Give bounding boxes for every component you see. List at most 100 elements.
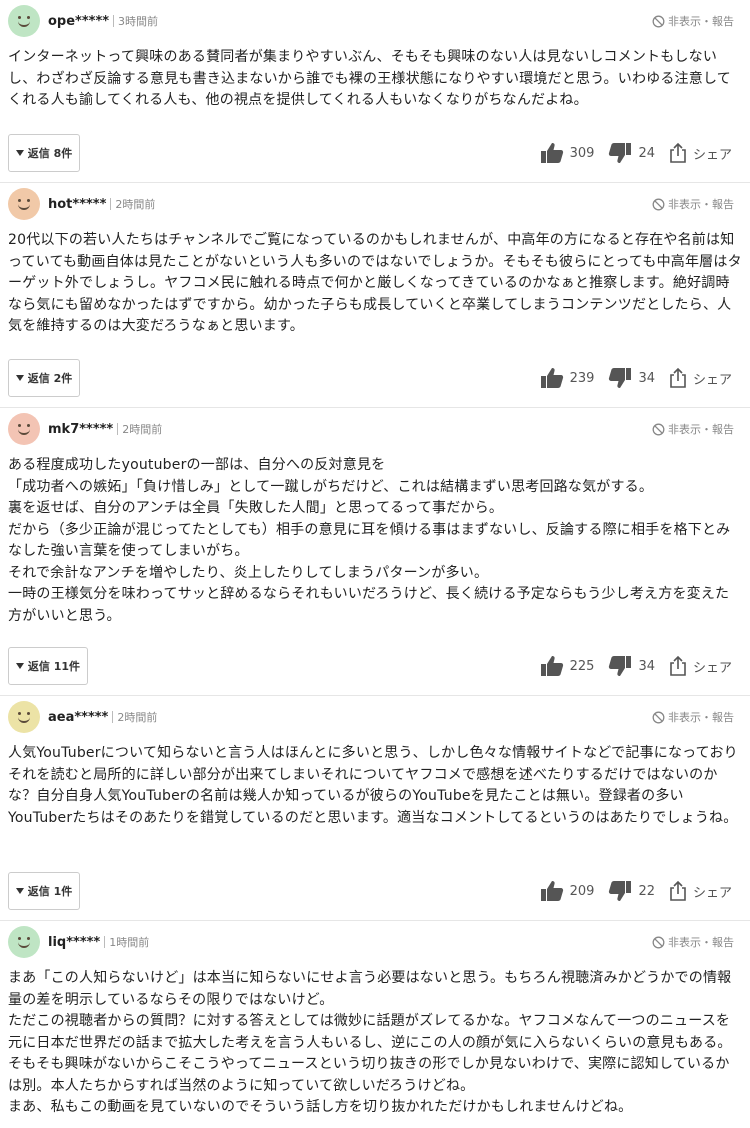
divider: [104, 936, 106, 948]
dislike-button[interactable]: 34: [608, 367, 669, 389]
comment-feed: ope***** 3時間前 非表示・報告 インターネットって興味のある賛同者が集…: [0, 0, 750, 1128]
caret-down-icon: [15, 888, 24, 894]
timestamp: 1時間前: [109, 936, 150, 949]
timestamp: 2時間前: [122, 423, 163, 436]
vote-bar: 309 24 シェア: [540, 142, 732, 164]
share-icon: [670, 880, 686, 901]
avatar[interactable]: [8, 188, 40, 220]
share-button[interactable]: シェア: [669, 367, 732, 389]
username[interactable]: mk7*****: [48, 422, 113, 437]
hide-report-label: 非表示・報告: [668, 15, 734, 28]
comment-text: 20代以下の若い人たちはチャンネルでご覧になっているのかもしれませんが、中高年の…: [8, 232, 742, 334]
thumbs-up-icon: [540, 656, 563, 676]
like-count: 309: [569, 145, 595, 161]
thumbs-up-icon: [540, 368, 563, 388]
like-button[interactable]: 239: [540, 367, 609, 389]
share-label: シェア: [692, 660, 732, 676]
block-icon: [652, 198, 665, 210]
comment-header: aea***** 2時間前 非表示・報告: [8, 696, 742, 738]
username[interactable]: ope*****: [48, 14, 109, 29]
hide-report-button[interactable]: 非表示・報告: [652, 421, 734, 437]
thumbs-down-icon: [609, 881, 632, 901]
comment-actions: 返信 8件 309 24 シェア: [8, 124, 742, 182]
thumbs-down-icon: [609, 368, 632, 388]
block-icon: [652, 423, 665, 435]
timestamp: 2時間前: [117, 711, 158, 724]
vote-bar: 225 34 シェア: [540, 655, 732, 677]
dislike-button[interactable]: 24: [608, 142, 669, 164]
comment-header: mk7***** 2時間前 非表示・報告: [8, 408, 742, 450]
hide-report-button[interactable]: 非表示・報告: [652, 13, 734, 29]
avatar[interactable]: [8, 701, 40, 733]
timestamp: 2時間前: [115, 198, 156, 211]
share-icon: [670, 142, 686, 163]
replies-button[interactable]: 返信 8件: [8, 134, 80, 172]
dislike-count: 34: [638, 370, 655, 386]
like-count: 225: [569, 658, 595, 674]
divider: [117, 423, 119, 435]
divider: [110, 198, 112, 210]
username[interactable]: hot*****: [48, 197, 106, 212]
replies-button[interactable]: 返信 1件: [8, 872, 80, 910]
share-label: シェア: [692, 885, 732, 901]
like-button[interactable]: 309: [540, 142, 609, 164]
dislike-count: 34: [638, 658, 655, 674]
share-icon: [670, 655, 686, 676]
comment-text: 人気YouTuberについて知らないと言う人はほんとに多いと思う、しかし色々な情…: [8, 745, 738, 826]
replies-button[interactable]: 返信 11件: [8, 647, 88, 685]
comment-item: ope***** 3時間前 非表示・報告 インターネットって興味のある賛同者が集…: [0, 0, 750, 183]
block-icon: [652, 936, 665, 948]
comment-text: インターネットって興味のある賛同者が集まりやすいぶん、そもそも興味のない人は見な…: [8, 49, 731, 108]
comment-actions: 返信 11件 225 34 シェア: [8, 637, 742, 695]
comment-item: hot***** 2時間前 非表示・報告 20代以下の若い人たちはチャンネルでご…: [0, 183, 750, 408]
avatar[interactable]: [8, 413, 40, 445]
like-button[interactable]: 209: [540, 880, 609, 902]
caret-down-icon: [15, 375, 24, 381]
username[interactable]: aea*****: [48, 710, 108, 725]
avatar[interactable]: [8, 5, 40, 37]
like-button[interactable]: 225: [540, 655, 609, 677]
thumbs-down-icon: [609, 143, 632, 163]
dislike-count: 22: [638, 883, 655, 899]
dislike-button[interactable]: 22: [608, 880, 669, 902]
block-icon: [652, 15, 665, 27]
replies-label: 返信 8件: [27, 147, 73, 160]
username[interactable]: liq*****: [48, 935, 100, 950]
block-icon: [652, 711, 665, 723]
hide-report-button[interactable]: 非表示・報告: [652, 196, 734, 212]
share-button[interactable]: シェア: [669, 142, 732, 164]
caret-down-icon: [15, 663, 24, 669]
share-label: シェア: [692, 372, 732, 388]
divider: [112, 711, 114, 723]
comment-actions: 返信 1件 209 22 シェア: [8, 862, 742, 920]
comment-text: まあ「この人知らないけど」は本当に知らないにせよ言う必要はないと思う。もちろん視…: [8, 970, 732, 1115]
comment-text: ある程度成功したyoutuberの一部は、自分への反対意見を 「成功者への嫉妬」…: [8, 457, 731, 624]
share-icon: [670, 367, 686, 388]
comment-actions: 返信 2件 239 34 シェア: [8, 349, 742, 407]
share-button[interactable]: シェア: [669, 655, 732, 677]
hide-report-button[interactable]: 非表示・報告: [652, 709, 734, 725]
replies-button[interactable]: 返信 2件: [8, 359, 80, 397]
caret-down-icon: [15, 150, 24, 156]
comment-item: liq***** 1時間前 非表示・報告 まあ「この人知らないけど」は本当に知ら…: [0, 921, 750, 1128]
thumbs-up-icon: [540, 881, 563, 901]
hide-report-label: 非表示・報告: [668, 423, 734, 436]
vote-bar: 239 34 シェア: [540, 367, 732, 389]
thumbs-down-icon: [609, 656, 632, 676]
dislike-button[interactable]: 34: [608, 655, 669, 677]
divider: [113, 15, 115, 27]
replies-label: 返信 2件: [27, 372, 73, 385]
avatar[interactable]: [8, 926, 40, 958]
replies-label: 返信 11件: [27, 660, 81, 673]
share-button[interactable]: シェア: [669, 880, 732, 902]
comment-header: ope***** 3時間前 非表示・報告: [8, 0, 742, 42]
comment-header: liq***** 1時間前 非表示・報告: [8, 921, 742, 963]
like-count: 209: [569, 883, 595, 899]
like-count: 239: [569, 370, 595, 386]
dislike-count: 24: [638, 145, 655, 161]
thumbs-up-icon: [540, 143, 563, 163]
hide-report-label: 非表示・報告: [668, 711, 734, 724]
comment-header: hot***** 2時間前 非表示・報告: [8, 183, 742, 225]
hide-report-button[interactable]: 非表示・報告: [652, 934, 734, 950]
replies-label: 返信 1件: [27, 885, 73, 898]
